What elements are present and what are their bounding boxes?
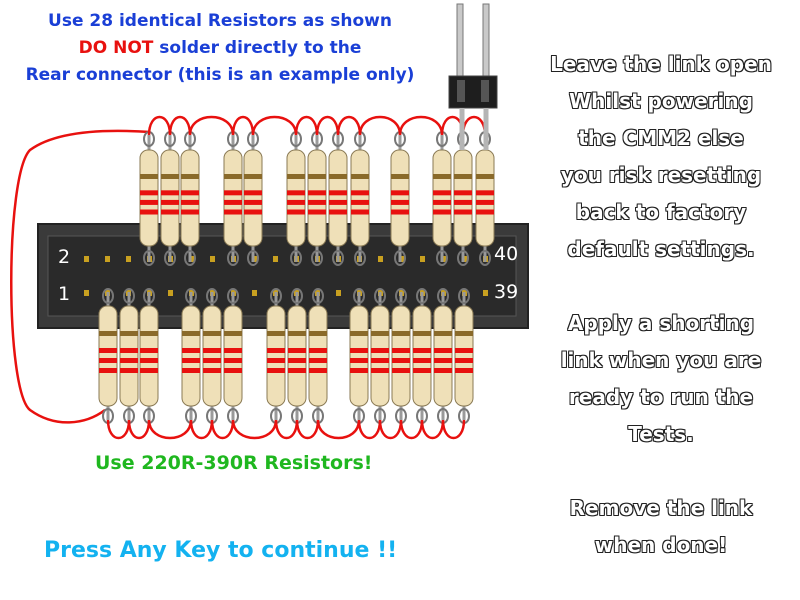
top-resistor-row <box>139 131 495 266</box>
wire-arc <box>251 115 298 136</box>
pin <box>252 290 257 296</box>
resistor <box>223 288 243 424</box>
wire-arc <box>398 115 444 136</box>
side-line: the CMM2 else <box>578 126 744 150</box>
side-line <box>536 268 786 305</box>
side-line: when done! <box>594 533 728 557</box>
pin-1-label: 1 <box>58 283 71 305</box>
header-line-3: Rear connector (this is an example only) <box>25 65 415 85</box>
wire-arc <box>231 419 278 440</box>
resistor <box>412 288 432 424</box>
header-line-2-rest: solder directly to the <box>153 38 362 58</box>
pin-40-label: 40 <box>494 243 519 265</box>
side-line: back to factory <box>575 200 747 224</box>
pin-39-label: 39 <box>494 281 519 303</box>
side-line: link when you are <box>560 348 762 372</box>
pin <box>126 256 131 262</box>
pin <box>483 290 488 296</box>
side-line: you risk resetting <box>560 163 762 187</box>
resistor <box>202 288 222 424</box>
shorting-link-header <box>448 3 498 150</box>
resistor <box>433 288 453 424</box>
side-line: Apply a shorting <box>567 311 755 335</box>
side-line: Tests. <box>628 422 694 446</box>
pin <box>336 290 341 296</box>
side-line: ready to run the <box>568 385 754 409</box>
connector-inner <box>47 235 517 317</box>
side-line: Leave the link open <box>550 52 772 76</box>
pin <box>84 256 89 262</box>
side-line: Remove the link <box>569 496 753 520</box>
pin <box>168 290 173 296</box>
wire-arc <box>316 419 361 440</box>
resistor <box>98 288 118 424</box>
side-line: Whilst powering <box>569 89 753 113</box>
resistor <box>287 288 307 424</box>
resistor <box>139 288 159 424</box>
pin <box>105 256 110 262</box>
resistor <box>349 288 369 424</box>
side-line <box>536 453 786 490</box>
side-line: default settings. <box>567 237 755 261</box>
pin-2-label: 2 <box>58 246 71 268</box>
pin <box>210 256 215 262</box>
pin <box>420 256 425 262</box>
instruction-header: Use 28 identical Resistors as shown DO N… <box>0 8 440 89</box>
resistor <box>391 288 411 424</box>
link-instructions: Leave the link open Whilst powering the … <box>536 46 786 564</box>
resistor <box>181 288 201 424</box>
pin <box>378 256 383 262</box>
resistor <box>119 288 139 424</box>
resistor-value-note: Use 220R-390R Resistors! <box>95 452 373 474</box>
wire-arc <box>188 115 235 136</box>
resistor <box>308 288 328 424</box>
header-line-1: Use 28 identical Resistors as shown <box>48 11 392 31</box>
press-any-key-prompt[interactable]: Press Any Key to continue !! <box>44 538 397 563</box>
do-not-warning: DO NOT <box>78 38 154 58</box>
resistor <box>454 288 474 424</box>
resistor <box>266 288 286 424</box>
header-line-2: DO NOT solder directly to the <box>0 35 440 62</box>
wire-arc <box>358 115 402 136</box>
pin <box>84 290 89 296</box>
wire-arc <box>147 419 193 440</box>
pin <box>273 256 278 262</box>
resistor <box>370 288 390 424</box>
